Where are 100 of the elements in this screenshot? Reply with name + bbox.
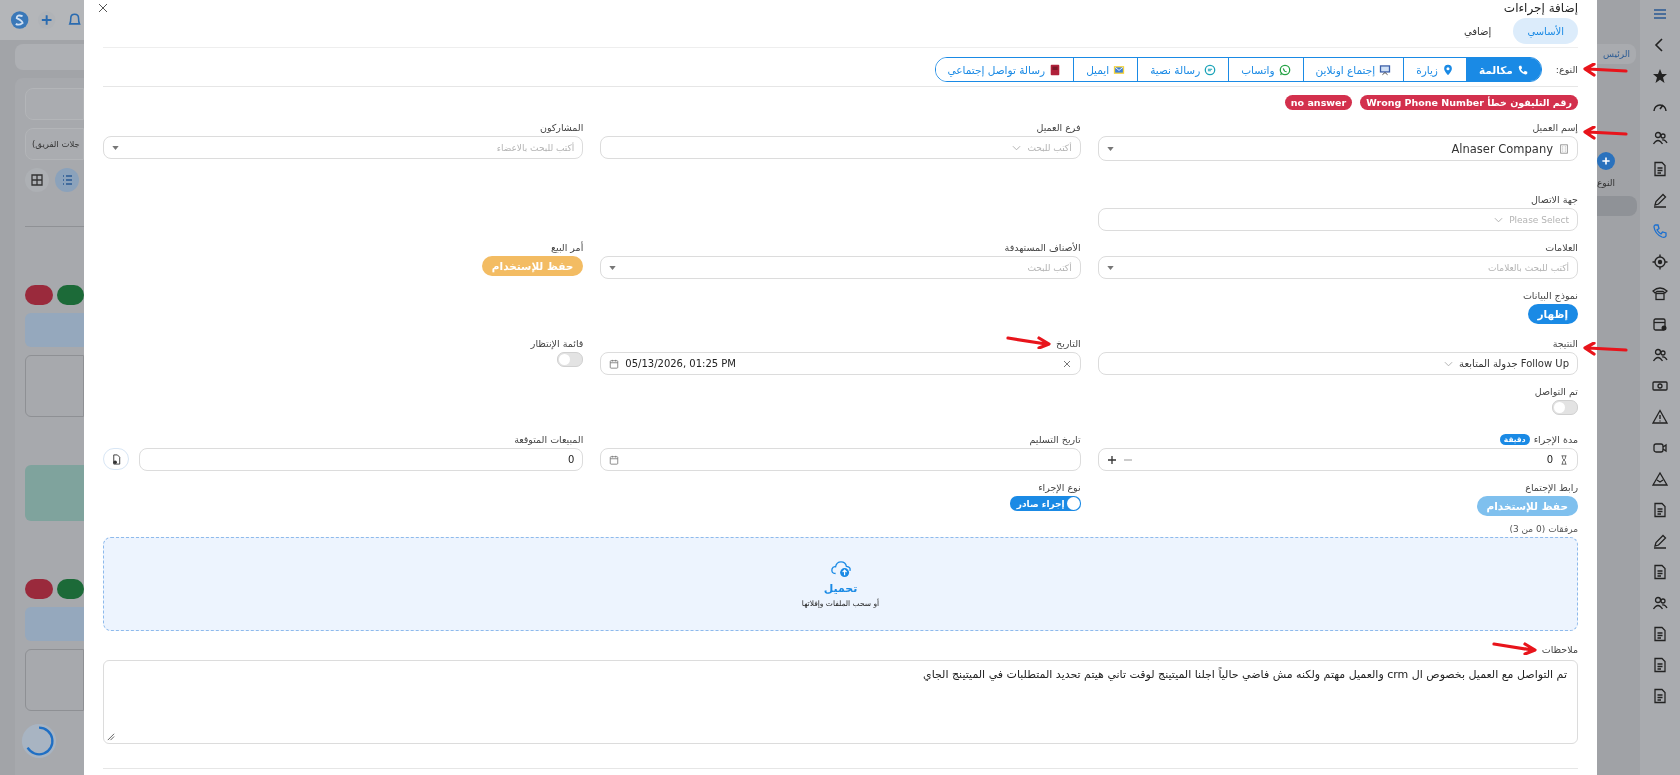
- map-pin-icon: [1441, 63, 1454, 76]
- field-label: الأصناف المستهدفة: [1004, 242, 1081, 253]
- caret-icon: [609, 265, 617, 270]
- calendar-icon[interactable]: [1652, 316, 1668, 332]
- banknote-icon[interactable]: [1652, 378, 1668, 394]
- filter-field[interactable]: جلات الفريق): [25, 128, 84, 160]
- page-heading: الرئيس: [1597, 44, 1636, 64]
- field-label: النتيجة: [1552, 338, 1578, 349]
- field-label: مدة الإجراء: [1533, 434, 1578, 445]
- action-button[interactable]: حفظ للإستخدام: [1476, 496, 1578, 516]
- video-icon[interactable]: [1652, 440, 1668, 456]
- tab[interactable]: إضافي: [1449, 18, 1506, 44]
- document-icon[interactable]: [1652, 688, 1668, 704]
- field-label: قائمة الإنتظار: [530, 338, 584, 349]
- search-field[interactable]: [25, 88, 84, 120]
- type-option[interactable]: مكالمة: [1465, 58, 1541, 81]
- field-label: النوع: [1597, 178, 1616, 188]
- search-select-field[interactable]: أكتب للبحث بالعلامات: [1097, 256, 1578, 279]
- grid-view-icon[interactable]: [25, 168, 49, 192]
- chevron-down-icon: [1012, 144, 1022, 151]
- chevron-down-icon: [1494, 216, 1504, 223]
- action-button[interactable]: إظهار: [1527, 304, 1578, 324]
- calendar-icon: [609, 358, 620, 369]
- field-label: العلامات: [1545, 242, 1578, 253]
- caret-icon: [1106, 265, 1114, 270]
- file-icon-button[interactable]: [103, 448, 129, 470]
- document-icon[interactable]: [1652, 161, 1668, 177]
- page-card: [25, 465, 84, 521]
- field-label: نموذج البيانات: [1522, 290, 1578, 301]
- book-icon: [1049, 63, 1062, 76]
- whatsapp-icon: [1278, 63, 1291, 76]
- app-logo-icon[interactable]: [10, 10, 30, 30]
- field-label: تم التواصل: [1534, 386, 1578, 397]
- field-label: فرع العميل: [1036, 122, 1081, 133]
- field-label: رابط الإجتماع: [1525, 482, 1578, 493]
- cloud-upload-icon: [829, 560, 852, 578]
- telephone-icon[interactable]: [1652, 285, 1668, 301]
- field-label: ملاحظات: [1541, 644, 1578, 655]
- tab[interactable]: الأساسي: [1513, 18, 1578, 44]
- presentation-board-icon: [1379, 63, 1392, 76]
- field-label: نوع الإجراء: [1038, 482, 1081, 493]
- caret-icon: [1106, 146, 1114, 151]
- users-icon[interactable]: [1652, 130, 1668, 146]
- hourglass-icon: [1559, 454, 1569, 465]
- warning-icon[interactable]: [1652, 409, 1668, 425]
- field-label: المبيعات المتوقعة: [514, 434, 584, 445]
- users-icon[interactable]: [1652, 595, 1668, 611]
- loading-spinner-icon: [20, 722, 58, 760]
- field-label: التاريخ: [1056, 338, 1081, 349]
- resize-handle-icon[interactable]: [106, 732, 115, 741]
- document-icon[interactable]: [1652, 502, 1668, 518]
- chat-bubble-icon: [1204, 63, 1217, 76]
- plus-icon[interactable]: [1106, 454, 1117, 465]
- clear-icon[interactable]: [1061, 358, 1072, 369]
- tag: رقم التليفون خطأ Wrong Phone Number: [1360, 95, 1578, 110]
- toggle-switch[interactable]: [557, 352, 584, 367]
- field-label: أمر البيع: [551, 242, 584, 253]
- close-icon[interactable]: [98, 3, 108, 13]
- add-button-icon[interactable]: [1597, 152, 1615, 170]
- building-icon: [1559, 143, 1569, 154]
- file-icon: [110, 453, 122, 465]
- search-select-field[interactable]: أكتب للبحث بالاعضاء: [103, 136, 584, 159]
- users-icon[interactable]: [1652, 347, 1668, 363]
- search-select-field[interactable]: أكتب للبحث: [600, 256, 1081, 279]
- caret-icon: [112, 145, 119, 150]
- page-card: [1597, 196, 1637, 216]
- notes-textarea[interactable]: تم التواصل مع العميل بخصوص ال crm والعميل مهتم ولكنه مش فاضي حالياً اجلنا الميتينج لوقت تاني هيتم تحديد المتطلبات في الميتينج الجاي: [103, 660, 1578, 744]
- star-icon[interactable]: [1652, 68, 1668, 84]
- upload-link[interactable]: تحميل: [823, 582, 858, 595]
- document-icon[interactable]: [1652, 657, 1668, 673]
- field-label: النوع:: [1555, 64, 1578, 75]
- field-label: تاريخ التسليم: [1029, 434, 1081, 445]
- date-field[interactable]: 05/13/2026, 01:25 PM: [600, 352, 1081, 375]
- document-icon[interactable]: [1652, 564, 1668, 580]
- page-card: [25, 313, 84, 347]
- duration-field[interactable]: 0: [1097, 448, 1578, 471]
- chevron-down-icon: [1444, 360, 1454, 367]
- phone-icon: [1516, 63, 1529, 76]
- field-label: المشاركون: [539, 122, 584, 133]
- mountain-icon[interactable]: [1652, 471, 1668, 487]
- calendar-icon: [609, 454, 620, 465]
- tag: no answer: [1284, 95, 1353, 110]
- pen-icon[interactable]: [1652, 533, 1668, 549]
- field-label: جهة الاتصال: [1530, 194, 1578, 205]
- dropdown-field[interactable]: أكتب للبحث: [600, 136, 1081, 159]
- page-card: [25, 607, 84, 641]
- target-icon[interactable]: [1652, 254, 1668, 270]
- dropdown-field[interactable]: Please Select: [1097, 208, 1578, 231]
- client-select[interactable]: Alnaser Company: [1097, 136, 1578, 161]
- pen-icon[interactable]: [1652, 192, 1668, 208]
- toggle-switch[interactable]: إجراء صادر: [1009, 496, 1081, 511]
- dropdown-field[interactable]: Follow Up جدولة المتابعة: [1097, 352, 1578, 375]
- date-field[interactable]: [600, 448, 1081, 471]
- toggle-switch[interactable]: [1552, 400, 1578, 415]
- envelope-icon: [1113, 63, 1126, 76]
- number-field[interactable]: 0: [139, 448, 584, 471]
- field-label: مرفقات (0 من 3): [1508, 524, 1578, 534]
- field-label: إسم العميل: [1532, 122, 1578, 133]
- dialog-title: إضافة إجراءات: [1503, 1, 1578, 15]
- document-icon[interactable]: [1652, 626, 1668, 642]
